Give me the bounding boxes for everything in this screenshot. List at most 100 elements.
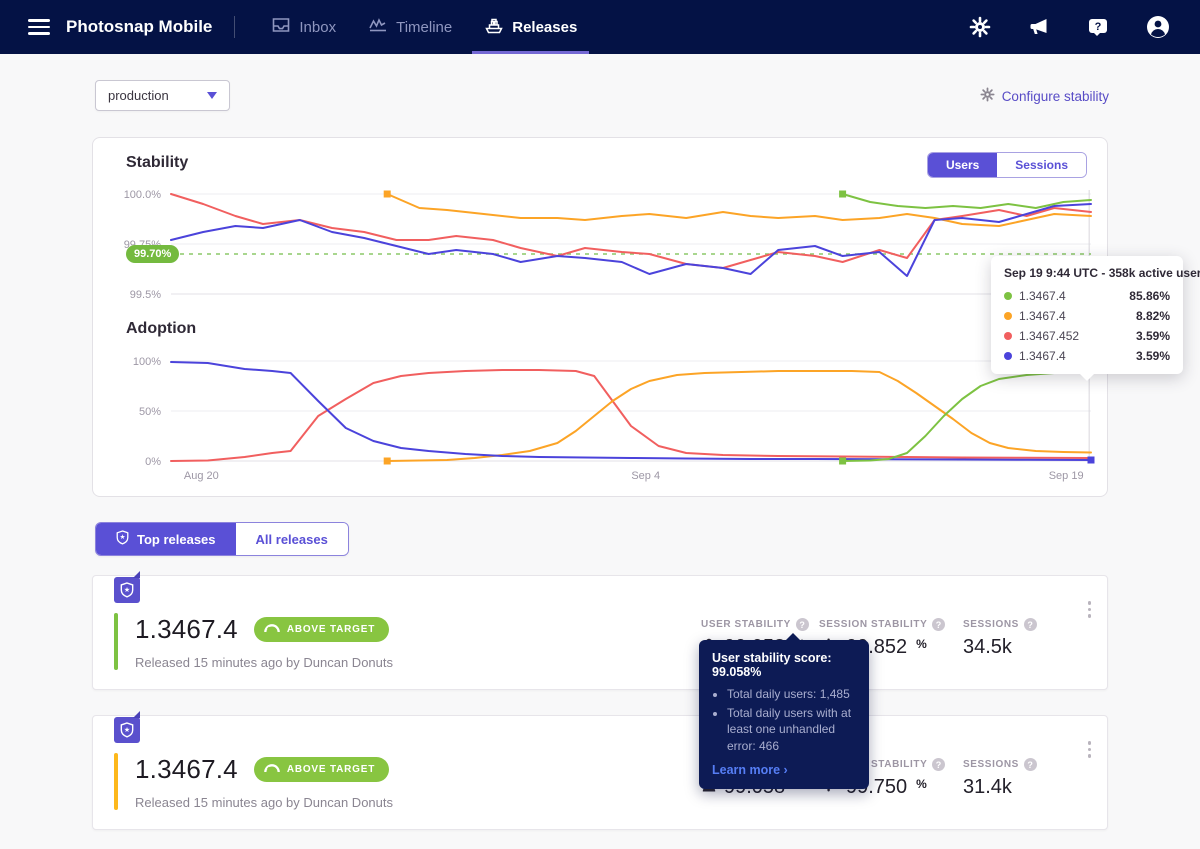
series-value: 8.82% bbox=[1135, 309, 1170, 323]
nav-item-timeline-label: Timeline bbox=[396, 18, 453, 36]
top-release-shield-badge: ★ bbox=[114, 711, 140, 743]
sessions-stat: SESSIONS? 34.5k bbox=[963, 618, 1037, 659]
status-badge-label: ABOVE TARGET bbox=[286, 764, 376, 775]
stability-heading: Stability bbox=[126, 154, 189, 171]
help-circle-icon[interactable]: ? bbox=[1023, 758, 1037, 771]
sessions-value: 34.5k bbox=[963, 636, 1012, 658]
toggle-users-button[interactable]: Users bbox=[927, 153, 998, 177]
adoption-chart[interactable]: 100% 50% 0% Aug 20 Sep 4 Sep 19 bbox=[133, 356, 1095, 482]
more-options-menu[interactable] bbox=[1086, 736, 1094, 763]
release-version-link[interactable]: 1.3467.4 bbox=[135, 754, 238, 785]
all-releases-button[interactable]: All releases bbox=[235, 523, 348, 555]
configure-stability-label: Configure stability bbox=[1001, 88, 1109, 104]
nav-item-inbox-label: Inbox bbox=[299, 18, 337, 36]
series-name: 1.3467.452 bbox=[1019, 329, 1080, 343]
help-circle-icon[interactable]: ? bbox=[1023, 618, 1037, 631]
status-badge: ABOVE TARGET bbox=[253, 617, 390, 642]
help-icon[interactable]: ? bbox=[1087, 17, 1109, 37]
tooltip-row: 1.3467.4 85.86% bbox=[1004, 289, 1170, 303]
help-circle-icon[interactable]: ? bbox=[932, 758, 946, 771]
svg-text:100.0%: 100.0% bbox=[124, 189, 162, 201]
top-releases-button[interactable]: ★ Top releases bbox=[96, 523, 236, 555]
timeline-icon bbox=[368, 17, 388, 37]
status-badge-label: ABOVE TARGET bbox=[286, 624, 376, 635]
chart-tooltip: Sep 19 9:44 UTC - 358k active users 1.34… bbox=[991, 256, 1200, 381]
series-name: 1.3467.4 bbox=[1019, 309, 1066, 323]
percent-sign: % bbox=[916, 776, 927, 791]
svg-text:99.5%: 99.5% bbox=[130, 289, 161, 301]
sessions-label: SESSIONS bbox=[963, 759, 1019, 770]
environment-value: production bbox=[108, 88, 169, 103]
environment-dropdown[interactable]: production bbox=[95, 80, 230, 111]
gauge-icon bbox=[263, 623, 280, 636]
sessions-label: SESSIONS bbox=[963, 619, 1019, 630]
nav-right-icons: ? bbox=[969, 15, 1170, 39]
nav-item-inbox[interactable]: Inbox bbox=[255, 0, 352, 54]
tooltip-row: 1.3467.4 3.59% bbox=[1004, 349, 1170, 363]
svg-text:Sep 19: Sep 19 bbox=[1049, 470, 1084, 482]
release-card[interactable]: ★ 1.3467.4 ABOVE TARGET Released 15 minu… bbox=[92, 711, 1108, 830]
gauge-icon bbox=[263, 763, 280, 776]
svg-text:Aug 20: Aug 20 bbox=[184, 470, 219, 482]
adoption-heading: Adoption bbox=[126, 320, 197, 337]
stability-chart[interactable]: 100.0%99.75%99.5% bbox=[124, 189, 1092, 301]
series-value: 3.59% bbox=[1135, 349, 1170, 363]
release-card[interactable]: ★ 1.3467.4 ABOVE TARGET Released 15 minu… bbox=[92, 571, 1108, 789]
nav-item-releases[interactable]: Releases bbox=[468, 0, 593, 54]
svg-text:?: ? bbox=[1095, 21, 1102, 33]
chart-tooltip-title: Sep 19 9:44 UTC - 358k active users bbox=[1004, 266, 1200, 280]
series-dot-orange bbox=[1004, 312, 1012, 320]
series-dot-blue bbox=[1004, 352, 1012, 360]
stability-threshold-badge: 99.70% bbox=[126, 245, 180, 263]
settings-gear-icon[interactable] bbox=[969, 16, 991, 38]
chevron-down-icon bbox=[207, 92, 217, 99]
sessions-value: 31.4k bbox=[963, 776, 1012, 798]
svg-text:Sep 4: Sep 4 bbox=[631, 470, 660, 482]
help-circle-icon[interactable]: ? bbox=[932, 618, 946, 631]
ship-icon bbox=[484, 16, 504, 38]
gear-icon bbox=[980, 87, 995, 105]
releases-filter-toggle: ★ Top releases All releases bbox=[95, 522, 349, 556]
series-value: 3.59% bbox=[1135, 329, 1170, 343]
top-navbar: Photosnap Mobile Inbox Timeline Releases… bbox=[0, 0, 1200, 54]
toggle-sessions-button[interactable]: Sessions bbox=[997, 153, 1086, 177]
percent-sign: % bbox=[916, 636, 927, 651]
release-version-link[interactable]: 1.3467.4 bbox=[135, 614, 238, 645]
svg-text:★: ★ bbox=[120, 534, 126, 541]
series-dot-green bbox=[1004, 292, 1012, 300]
app-title: Photosnap Mobile bbox=[66, 17, 213, 36]
user-stability-tooltip: User stability score: 99.058% Total dail… bbox=[699, 633, 869, 789]
svg-text:0%: 0% bbox=[145, 456, 161, 468]
tooltip-title: User stability score: 99.058% bbox=[712, 651, 832, 679]
svg-text:★: ★ bbox=[124, 586, 130, 594]
series-name: 1.3467.4 bbox=[1019, 289, 1066, 303]
nav-divider bbox=[234, 16, 236, 38]
more-options-menu[interactable] bbox=[1086, 596, 1094, 623]
broadcast-megaphone-icon[interactable] bbox=[1028, 17, 1050, 37]
series-name: 1.3467.4 bbox=[1019, 349, 1066, 363]
top-releases-label: Top releases bbox=[137, 531, 216, 547]
help-circle-icon[interactable]: ? bbox=[795, 618, 809, 631]
top-release-shield-badge: ★ bbox=[114, 571, 140, 603]
sessions-stat: SESSIONS? 31.4k bbox=[963, 758, 1037, 799]
user-stability-label: USER STABILITY bbox=[701, 619, 791, 630]
release-accent-bar bbox=[114, 753, 118, 810]
release-accent-bar bbox=[114, 613, 118, 670]
configure-stability-link[interactable]: Configure stability bbox=[980, 87, 1109, 105]
hamburger-menu-icon[interactable] bbox=[28, 15, 50, 39]
nav-item-timeline[interactable]: Timeline bbox=[352, 0, 468, 54]
release-meta: Released 15 minutes ago by Duncan Donuts bbox=[135, 655, 393, 670]
nav-item-releases-label: Releases bbox=[512, 18, 578, 36]
release-meta: Released 15 minutes ago by Duncan Donuts bbox=[135, 795, 393, 810]
tooltip-row: 1.3467.4 8.82% bbox=[1004, 309, 1170, 323]
status-badge: ABOVE TARGET bbox=[253, 757, 390, 782]
user-avatar-icon[interactable] bbox=[1146, 15, 1170, 39]
svg-text:★: ★ bbox=[124, 726, 130, 734]
users-sessions-toggle: Users Sessions bbox=[926, 152, 1087, 178]
shield-icon: ★ bbox=[116, 530, 129, 548]
learn-more-link[interactable]: Learn more › bbox=[712, 763, 856, 777]
session-stability-label: SESSION STABILITY bbox=[819, 619, 928, 630]
series-value: 85.86% bbox=[1129, 289, 1170, 303]
series-dot-red bbox=[1004, 332, 1012, 340]
svg-text:100%: 100% bbox=[133, 356, 161, 368]
